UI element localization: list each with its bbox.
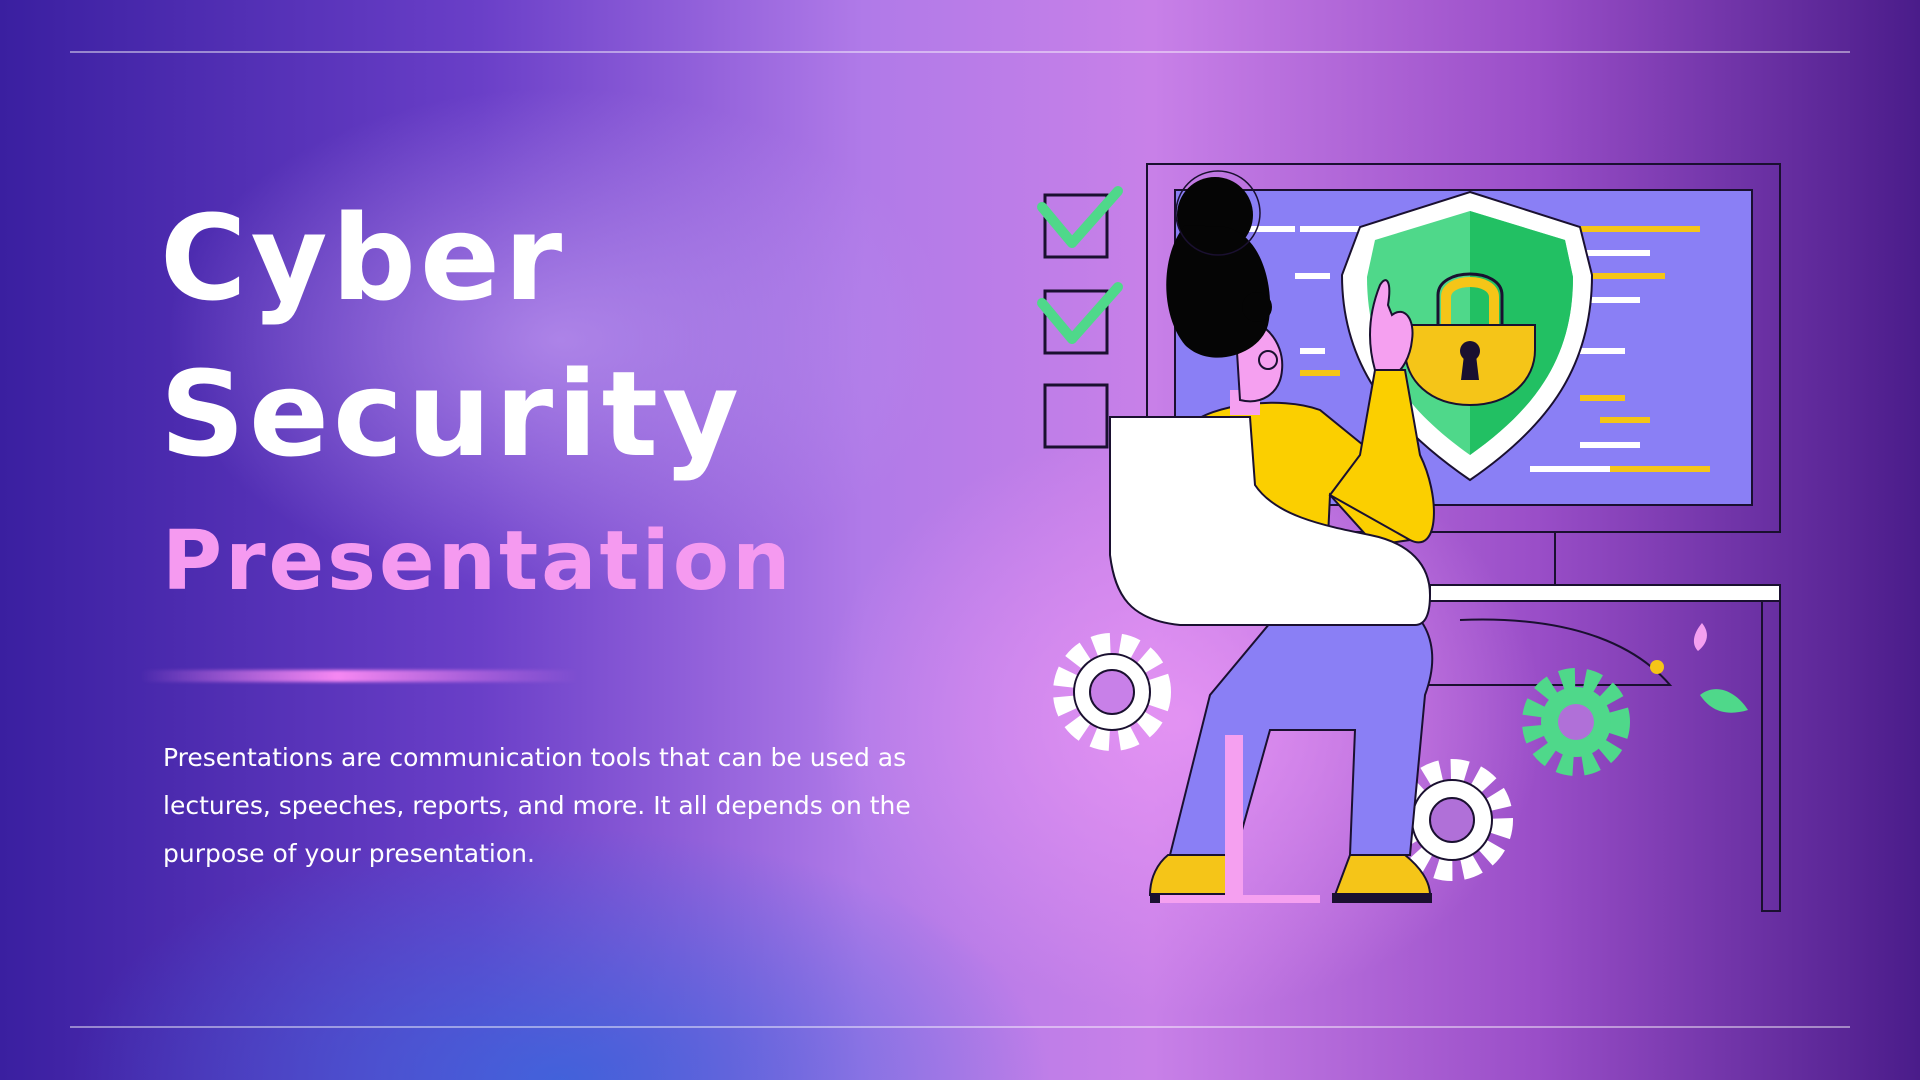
bottom-divider — [70, 1026, 1850, 1028]
gear-icon — [1053, 633, 1171, 751]
cyber-security-illustration — [1037, 163, 1781, 912]
title-line-1: Cyber — [160, 189, 567, 327]
gear-icon — [1522, 668, 1630, 776]
leaf-icon — [1693, 623, 1748, 713]
glow-divider — [140, 670, 580, 682]
checkbox-checked-icon — [1037, 282, 1123, 355]
top-divider — [70, 51, 1850, 53]
slide-description: Presentations are communication tools th… — [163, 743, 911, 868]
slide-subtitle: Presentation — [162, 514, 794, 609]
slide-title: Cyber Security — [160, 180, 743, 492]
checkbox-empty-icon — [1043, 383, 1109, 449]
checkbox-checked-icon — [1037, 186, 1123, 259]
title-line-2: Security — [160, 345, 743, 483]
checklist — [1037, 186, 1123, 449]
